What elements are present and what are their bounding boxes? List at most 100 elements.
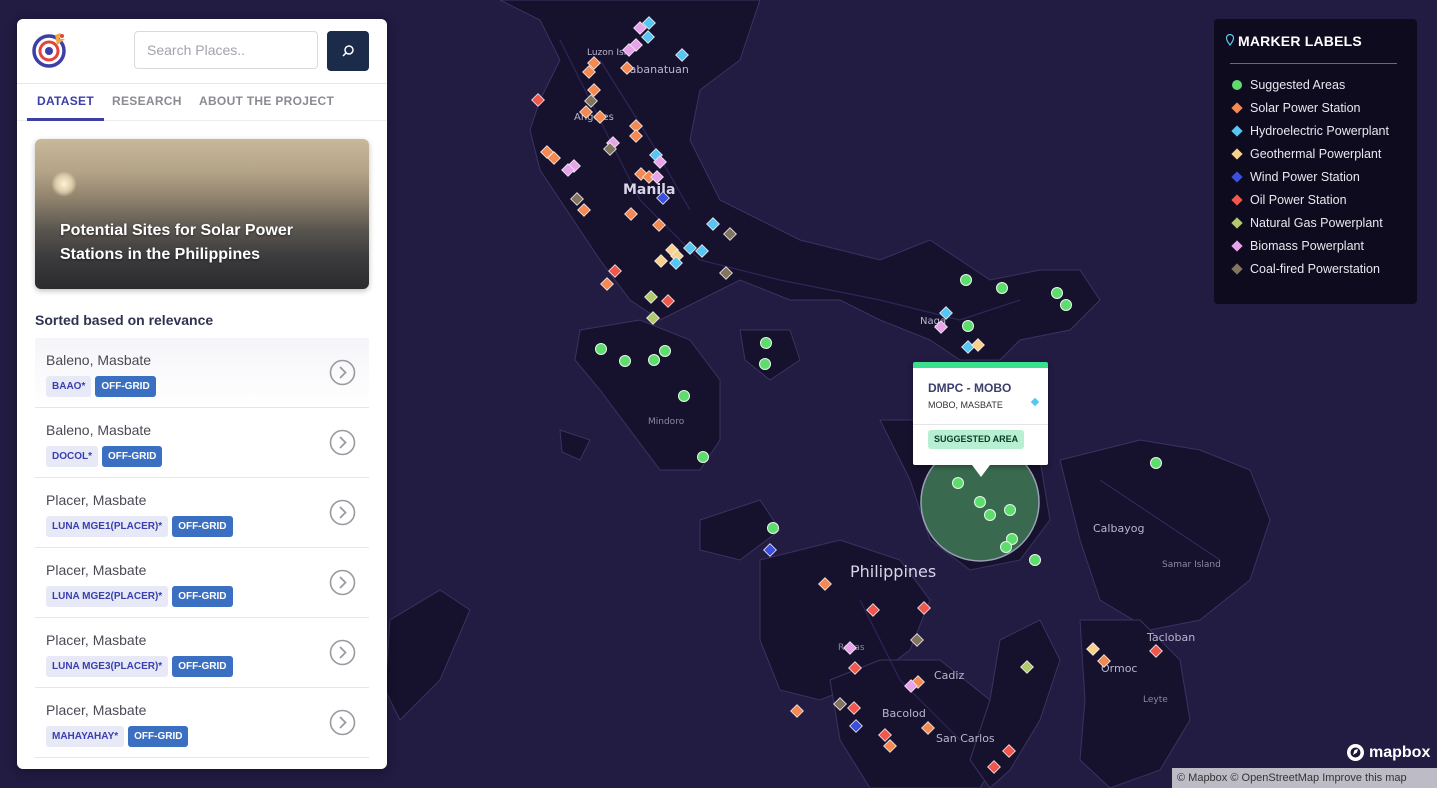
place-label: Cadiz — [934, 669, 964, 682]
suggested-area-badge: SUGGESTED AREA — [928, 430, 1025, 449]
place-label: Philippines — [850, 562, 936, 581]
suggested-area-marker[interactable] — [697, 451, 709, 463]
site-list-item[interactable]: Baleno, Masbate BAAO* OFF-GRID — [35, 338, 369, 408]
legend-item: Hydroelectric Powerplant — [1230, 119, 1389, 142]
tab-research[interactable]: RESEARCH — [112, 84, 182, 118]
site-list: Baleno, Masbate BAAO* OFF-GRID Baleno, M… — [35, 338, 369, 758]
marker-popup[interactable]: DMPC - MOBO MOBO, MASBATE SUGGESTED AREA — [913, 362, 1048, 477]
grid-status-badge: OFF-GRID — [128, 726, 189, 747]
sorted-label: Sorted based on relevance — [35, 312, 214, 328]
suggested-area-marker[interactable] — [648, 354, 660, 366]
legend-item: Suggested Areas — [1230, 73, 1389, 96]
wind-station-icon — [1231, 170, 1243, 183]
site-code-badge: BAAO* — [46, 376, 92, 397]
place-label: Manila — [623, 182, 675, 198]
suggested-area-marker[interactable] — [1029, 554, 1041, 566]
sidebar-header — [17, 19, 387, 84]
suggested-area-marker[interactable] — [678, 390, 690, 402]
chevron-right-icon[interactable] — [329, 709, 356, 736]
legend-title: MARKER LABELS — [1238, 33, 1362, 49]
hero-card[interactable]: Potential Sites for Solar Power Stations… — [35, 139, 369, 289]
geothermal-icon — [1231, 147, 1243, 160]
legend-label: Biomass Powerplant — [1250, 238, 1364, 253]
grid-status-badge: OFF-GRID — [172, 586, 233, 607]
site-list-item[interactable]: Placer, Masbate LUNA MGE2(PLACER)* OFF-G… — [35, 548, 369, 618]
mapbox-logo-text: mapbox — [1369, 743, 1431, 761]
legend-item: Geothermal Powerplant — [1230, 142, 1389, 165]
legend-label: Coal-fired Powerstation — [1250, 261, 1380, 276]
legend-item: Solar Power Station — [1230, 96, 1389, 119]
hero-title: Potential Sites for Solar Power Stations… — [60, 222, 293, 263]
place-label: Tacloban — [1146, 631, 1195, 644]
suggested-area-marker[interactable] — [996, 282, 1008, 294]
suggested-area-marker[interactable] — [952, 477, 964, 489]
suggested-area-marker[interactable] — [1004, 504, 1016, 516]
app-logo[interactable] — [31, 31, 69, 69]
legend-item: Biomass Powerplant — [1230, 234, 1389, 257]
legend-item: Natural Gas Powerplant — [1230, 211, 1389, 234]
chevron-right-icon[interactable] — [329, 569, 356, 596]
search-button[interactable] — [327, 31, 369, 71]
legend-label: Hydroelectric Powerplant — [1250, 123, 1389, 138]
suggested-area-marker[interactable] — [759, 358, 771, 370]
suggested-area-marker[interactable] — [619, 355, 631, 367]
mapbox-logo[interactable]: mapbox — [1346, 743, 1430, 762]
hero-image-sun — [51, 171, 77, 197]
biomass-icon — [1231, 239, 1243, 252]
grid-status-badge: OFF-GRID — [172, 656, 233, 677]
place-label: Bacolod — [882, 707, 926, 720]
legend-label: Natural Gas Powerplant — [1250, 215, 1383, 230]
suggested-area-marker[interactable] — [1051, 287, 1063, 299]
suggested-area-marker[interactable] — [659, 345, 671, 357]
coal-station-icon — [1231, 262, 1243, 275]
tab-dataset[interactable]: DATASET — [27, 84, 104, 121]
chevron-right-icon[interactable] — [329, 429, 356, 456]
chevron-right-icon[interactable] — [329, 639, 356, 666]
tab-about-the-project[interactable]: ABOUT THE PROJECT — [199, 84, 334, 118]
mapbox-logo-icon — [1347, 744, 1364, 761]
place-label: San Carlos — [936, 732, 995, 745]
place-label: Samar Island — [1162, 560, 1221, 570]
site-list-item[interactable]: Placer, Masbate LUNA MGE3(PLACER)* OFF-G… — [35, 618, 369, 688]
site-location: Baleno, Masbate — [46, 352, 152, 368]
suggested-area-marker[interactable] — [974, 496, 986, 508]
suggested-area-marker[interactable] — [595, 343, 607, 355]
suggested-area-marker[interactable] — [984, 509, 996, 521]
oil-station-icon — [1231, 193, 1243, 206]
suggested-area-marker[interactable] — [760, 337, 772, 349]
legend-label: Wind Power Station — [1250, 169, 1360, 184]
chevron-right-icon[interactable] — [329, 359, 356, 386]
site-list-item[interactable]: Placer, Masbate MAHAYAHAY* OFF-GRID — [35, 688, 369, 758]
suggested-area-marker[interactable] — [960, 274, 972, 286]
grid-status-badge: OFF-GRID — [102, 446, 163, 467]
grid-status-badge: OFF-GRID — [95, 376, 156, 397]
solar-station-icon — [1231, 101, 1243, 114]
suggested-area-marker[interactable] — [1060, 299, 1072, 311]
site-location: Placer, Masbate — [46, 492, 147, 508]
sidebar-panel: DATASET RESEARCH ABOUT THE PROJECT Poten… — [17, 19, 387, 769]
search-input[interactable] — [134, 31, 318, 69]
suggested-area-marker[interactable] — [962, 320, 974, 332]
site-code-badge: LUNA MGE1(PLACER)* — [46, 516, 169, 537]
site-code-badge: LUNA MGE2(PLACER)* — [46, 586, 169, 607]
site-list-item[interactable]: Baleno, Masbate DOCOL* OFF-GRID — [35, 408, 369, 478]
legend-label: Solar Power Station — [1250, 100, 1361, 115]
hydroelectric-icon — [1231, 124, 1243, 137]
suggested-area-marker[interactable] — [767, 522, 779, 534]
suggested-area-marker[interactable] — [1000, 541, 1012, 553]
tab-bar: DATASET RESEARCH ABOUT THE PROJECT — [17, 84, 387, 121]
legend-item: Wind Power Station — [1230, 165, 1389, 188]
suggested-area-marker[interactable] — [1150, 457, 1162, 469]
chevron-right-icon[interactable] — [329, 499, 356, 526]
site-list-item[interactable]: Placer, Masbate LUNA MGE1(PLACER)* OFF-G… — [35, 478, 369, 548]
legend-label: Oil Power Station — [1250, 192, 1347, 207]
map-pin-icon — [1226, 34, 1234, 46]
popup-divider — [913, 424, 1048, 425]
legend-label: Geothermal Powerplant — [1250, 146, 1382, 161]
popup-tip — [972, 465, 990, 477]
map-attribution[interactable]: © Mapbox © OpenStreetMap Improve this ma… — [1172, 768, 1437, 788]
place-label: Leyte — [1143, 695, 1168, 705]
popup-subtitle: MOBO, MASBATE — [928, 400, 1003, 410]
suggested-area-icon — [1232, 79, 1242, 90]
site-location: Placer, Masbate — [46, 632, 147, 648]
